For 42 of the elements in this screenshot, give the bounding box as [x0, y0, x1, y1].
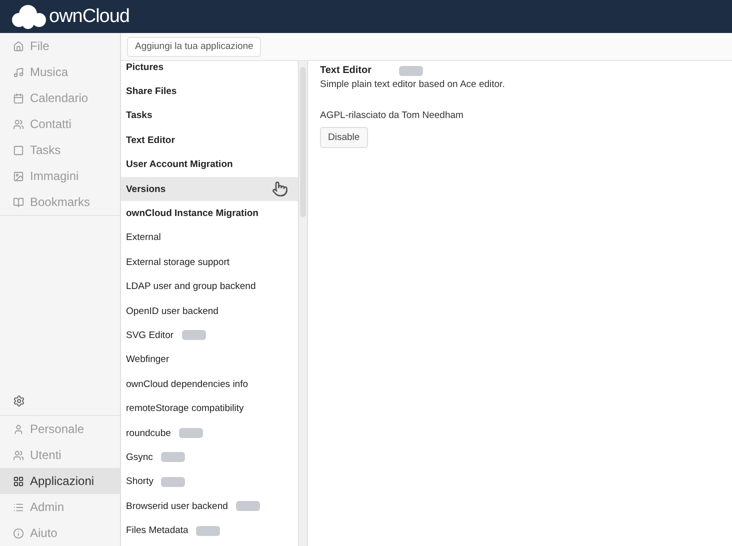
info-icon: [13, 528, 24, 538]
add-app-button[interactable]: Aggiungi la tua applicazione: [127, 36, 262, 56]
app-title: Text Editor: [320, 65, 372, 76]
home-icon: [13, 40, 24, 52]
book-icon: [13, 196, 24, 208]
app-license: AGPL-rilasciato da Tom Needham: [320, 110, 464, 121]
app-list-item[interactable]: remoteStorage compatibility: [121, 396, 298, 421]
settings-icon[interactable]: [13, 395, 25, 407]
user-icon: [13, 424, 24, 434]
users-icon: [13, 118, 24, 130]
hand-pointer-icon: [272, 180, 288, 197]
grid-icon: [13, 476, 24, 486]
music-icon: [13, 66, 24, 78]
square-icon: [13, 144, 24, 156]
app-list-item[interactable]: Text Editor: [121, 128, 298, 153]
app-list-item[interactable]: roundcube: [121, 420, 298, 446]
app-list-item[interactable]: Webfinger: [121, 348, 298, 372]
app-list-item[interactable]: OpenID user backend: [121, 298, 298, 324]
app-list-item[interactable]: External storage support: [121, 250, 298, 275]
disable-button[interactable]: Disable: [320, 127, 368, 148]
app-list-item[interactable]: Files Metadata: [121, 518, 298, 543]
app-list-item[interactable]: Browserid user backend: [121, 494, 298, 518]
app-description: Simple plain text editor based on Ace editor.: [320, 79, 505, 90]
app-list-item[interactable]: Gsync: [121, 445, 298, 470]
app-list-item[interactable]: SVG Editor: [121, 323, 298, 348]
app-list-item[interactable]: User Account Migration: [121, 152, 298, 177]
app-list-item[interactable]: LDAP user and group backend: [121, 274, 298, 299]
nav-item[interactable]: Applicazioni: [0, 468, 120, 494]
app-list-item[interactable]: Share Files: [121, 79, 298, 104]
app-list-item[interactable]: Shorty: [121, 470, 298, 494]
app-list-item[interactable]: Tasks: [121, 104, 298, 128]
image-icon: [13, 170, 24, 182]
logo-text: ownCloud: [49, 6, 130, 28]
app-list-item[interactable]: External: [121, 226, 298, 250]
app-list-item[interactable]: Versions: [121, 176, 298, 202]
users-icon: [13, 450, 24, 460]
cloud-logo-icon: [10, 4, 48, 30]
app-list-item[interactable]: Pictures: [121, 61, 298, 80]
calendar-icon: [13, 92, 24, 104]
app-list-item[interactable]: ownCloud dependencies info: [121, 372, 298, 396]
app-list-item[interactable]: ownCloud Instance Migration: [121, 201, 298, 226]
list-icon: [13, 502, 24, 512]
